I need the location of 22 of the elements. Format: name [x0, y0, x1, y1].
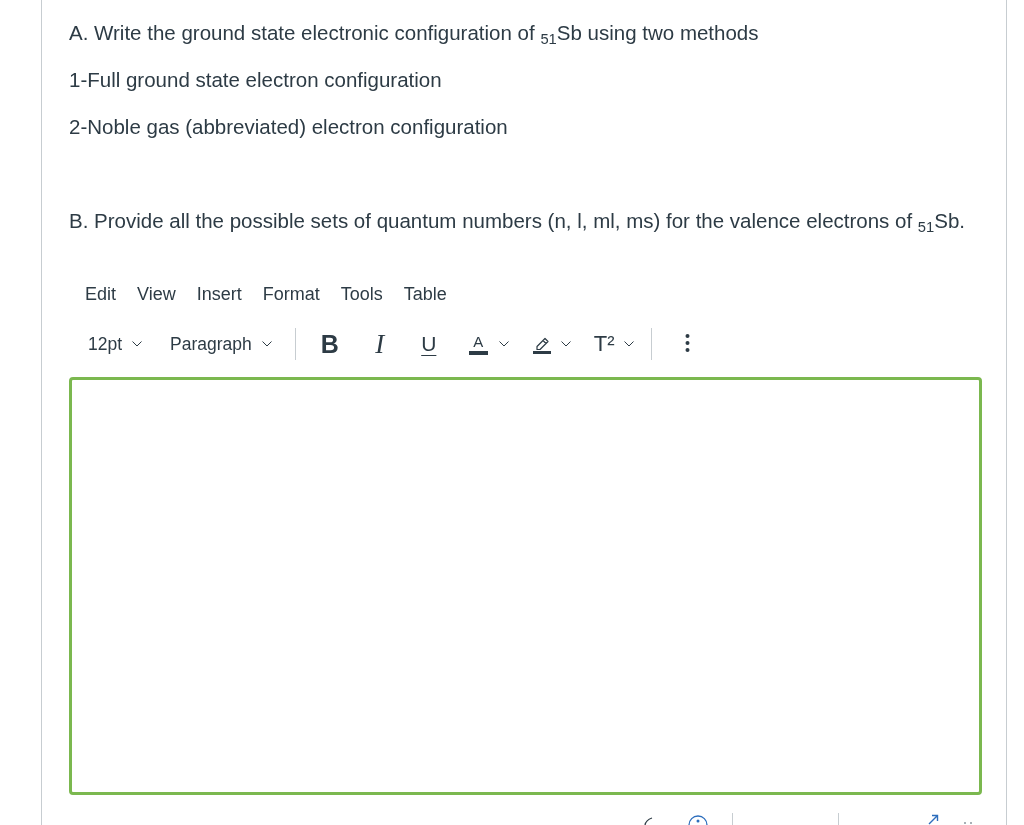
underline-button[interactable]: U [413, 327, 444, 361]
question-text: A. Write the ground state electronic configuration of $_{51}$Sb using two methods [69, 20, 760, 47]
font-size-dropdown[interactable]: 12pt [76, 327, 151, 361]
block-format-dropdown[interactable]: Paragraph [158, 327, 280, 361]
arrow-icon[interactable] [927, 813, 939, 825]
menu-item[interactable]: Format [252, 278, 330, 310]
question-step: 2-Noble gas (abbreviated) electron configuration [69, 113, 982, 141]
text-color-button[interactable]: A [463, 327, 514, 361]
circle-icon[interactable] [688, 813, 708, 825]
superscript-button[interactable]: T² [588, 327, 639, 361]
menu-item[interactable]: View [127, 278, 186, 310]
editor-field[interactable] [69, 377, 982, 795]
question-step: 1-Full ground state electron configuration [69, 66, 982, 94]
question-text: B. Provide all the possible sets of quantum numbers (n, l, ml, ms) for the valence electrons of $_{51}$Sb. [69, 208, 967, 235]
more-icon[interactable] [685, 333, 691, 353]
menu-item[interactable]: Table [393, 278, 457, 310]
bold-button[interactable]: B [314, 327, 345, 361]
color-bar-icon [468, 350, 488, 355]
menu-item[interactable]: Tools [330, 278, 393, 310]
italic-button[interactable]: I [364, 327, 395, 361]
menu-item[interactable]: Insert [186, 278, 252, 310]
menu-item[interactable]: Edit [75, 278, 127, 310]
